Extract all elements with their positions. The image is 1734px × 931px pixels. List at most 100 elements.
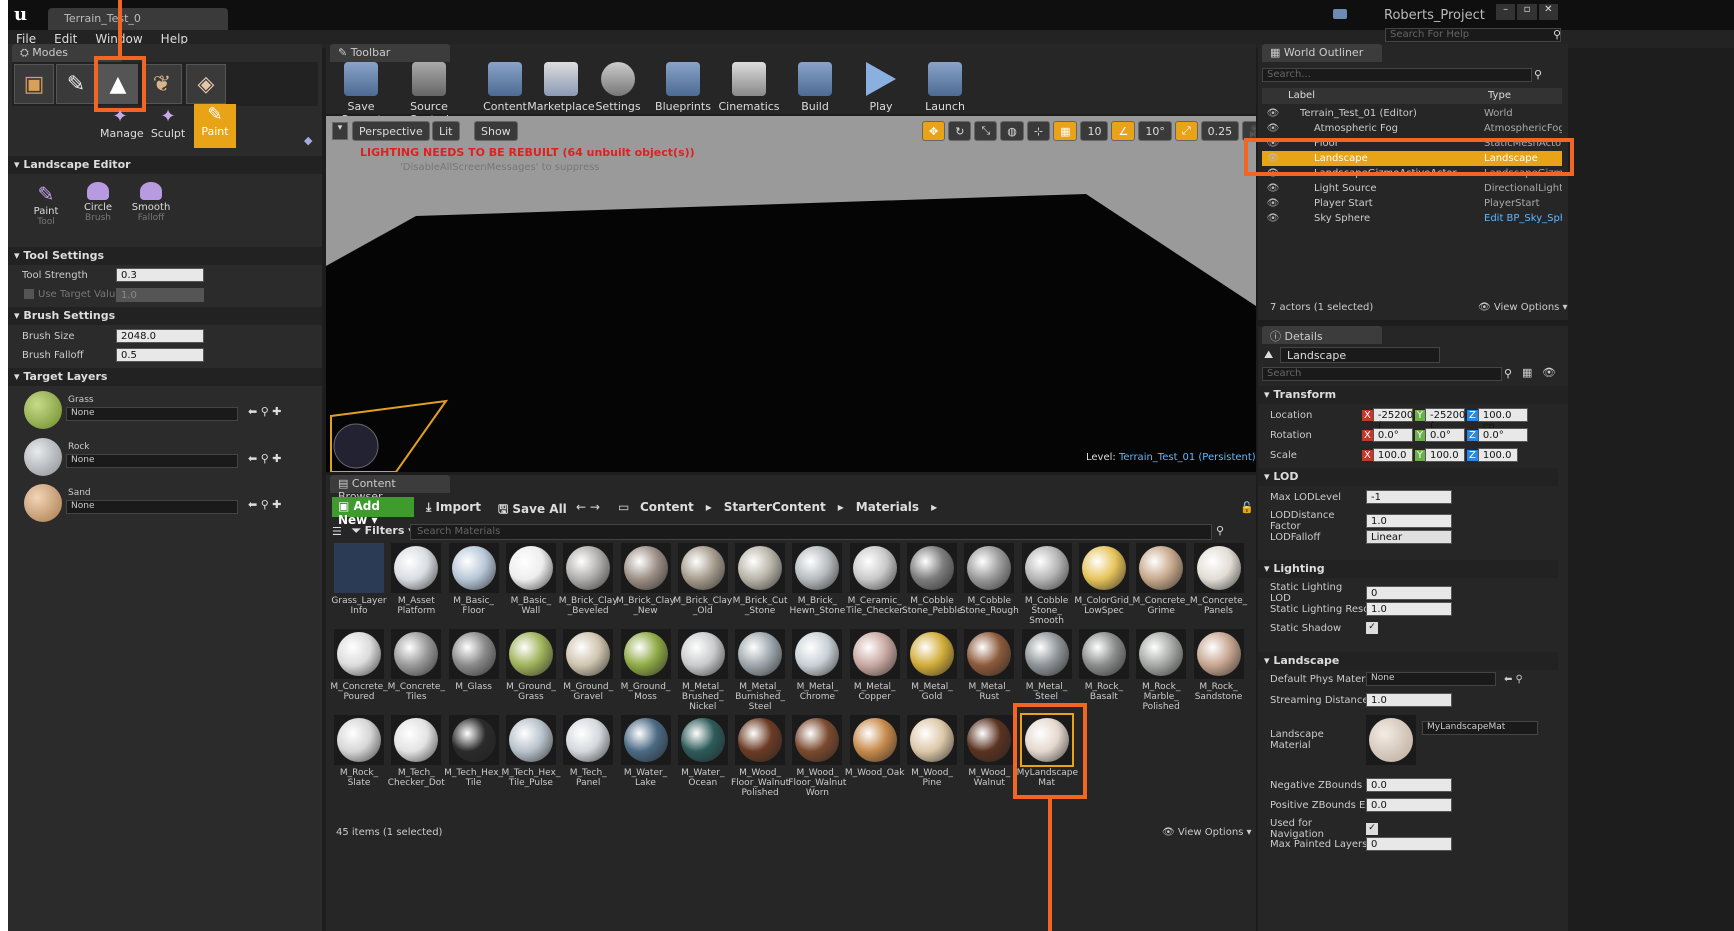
loc-x[interactable]: X bbox=[1362, 409, 1373, 421]
build-button[interactable]: Build bbox=[780, 62, 850, 113]
col-type[interactable]: Type bbox=[1488, 90, 1511, 101]
tool-strength-field[interactable]: 0.3 bbox=[116, 268, 204, 282]
save-all-button[interactable]: 🖫 Save All bbox=[498, 500, 567, 521]
play-button[interactable]: Play bbox=[846, 62, 916, 113]
import-button[interactable]: ⤓ Import bbox=[426, 500, 481, 515]
target-layers-header[interactable]: ▾ Target Layers bbox=[8, 368, 322, 386]
asset-tile[interactable]: M_Metal_ Rust bbox=[964, 629, 1015, 702]
perspective-button[interactable]: Perspective bbox=[352, 121, 430, 141]
asset-tile[interactable]: M_Basic_ Wall bbox=[505, 543, 556, 616]
loc-z-field[interactable]: 100.0 cn bbox=[1477, 408, 1528, 432]
rot-z-field[interactable]: 0.0° bbox=[1477, 428, 1528, 442]
landscape-editor-header[interactable]: ▾ Landscape Editor bbox=[8, 156, 322, 174]
paint-landscape-mode[interactable]: ✎ Paint bbox=[194, 104, 236, 148]
loc-y-field[interactable]: -25200.( bbox=[1424, 408, 1469, 432]
geometry-mode-icon[interactable]: ◈ bbox=[186, 64, 226, 104]
sand-arrow-icon[interactable]: ⬅ ⚲ ✚ bbox=[248, 498, 281, 511]
layer-grass[interactable]: Grass None ⬅ ⚲ ✚ bbox=[22, 389, 312, 431]
scale-y-field[interactable]: 100.0 bbox=[1424, 448, 1465, 462]
asset-tile[interactable]: M_Ceramic_ Tile_Checker bbox=[846, 543, 903, 616]
scale-size[interactable]: 0.25 bbox=[1200, 121, 1240, 141]
asset-tile[interactable]: M_Cobble Stone_Pebble bbox=[902, 543, 963, 616]
history-arrows-icon[interactable]: ← → bbox=[576, 500, 600, 514]
asset-tile[interactable]: M_Asset Platform bbox=[391, 543, 442, 616]
breadcrumb-starter[interactable]: StarterContent bbox=[724, 500, 826, 514]
asset-tile[interactable]: M_Ground_ Grass bbox=[505, 629, 556, 702]
help-search-input[interactable]: Search For Help bbox=[1385, 28, 1561, 42]
help-search-icon[interactable]: ⚲ bbox=[1553, 28, 1561, 41]
pos-z-field[interactable]: 0.0 bbox=[1366, 798, 1452, 812]
settings-button[interactable]: Settings bbox=[583, 62, 653, 113]
notification-icon[interactable] bbox=[1333, 9, 1347, 19]
asset-tile[interactable]: M_Brick_Clay _Old bbox=[673, 543, 732, 616]
asset-tile[interactable]: M_Wood_Oak bbox=[845, 715, 905, 778]
asset-tile[interactable]: M_Basic_ Floor bbox=[448, 543, 499, 616]
scale-y[interactable]: Y bbox=[1414, 449, 1425, 461]
asset-tile[interactable]: M_Brick_ Hewn_Stone bbox=[789, 543, 845, 616]
angle-snap-icon[interactable]: ∠ bbox=[1111, 121, 1136, 141]
outliner-search-icon[interactable]: ⚲ bbox=[1534, 68, 1542, 81]
scale-z-field[interactable]: 100.0 bbox=[1477, 448, 1518, 462]
angle-size[interactable]: 10° bbox=[1138, 121, 1172, 141]
land-mat-thumbnail[interactable] bbox=[1366, 715, 1416, 765]
asset-tile[interactable]: M_Rock_ Basalt bbox=[1078, 629, 1129, 702]
content-browser-tab[interactable]: ▤ Content Browser bbox=[330, 475, 450, 503]
asset-tile[interactable]: M_Water_ Ocean bbox=[677, 715, 728, 788]
breadcrumb-content[interactable]: Content bbox=[640, 500, 694, 514]
surface-snap-icon[interactable]: ⊹ bbox=[1026, 121, 1051, 141]
asset-tile[interactable]: M_Brick_Clay _Beveled bbox=[559, 543, 618, 616]
grid-snap-icon[interactable]: ▦ bbox=[1053, 121, 1078, 141]
lock-icon[interactable]: 🔓 bbox=[1240, 501, 1254, 514]
rot-x-field[interactable]: 0.0° bbox=[1372, 428, 1413, 442]
layer-sand[interactable]: Sand None ⬅ ⚲ ✚ bbox=[22, 482, 312, 524]
loc-y[interactable]: Y bbox=[1414, 409, 1425, 421]
details-search-input[interactable]: Search bbox=[1262, 367, 1502, 381]
max-painted-field[interactable]: 0 bbox=[1366, 837, 1452, 851]
asset-tile[interactable]: Grass_Layer Info bbox=[331, 543, 387, 616]
level-name[interactable]: Terrain_Test_01 (Persistent) bbox=[1119, 452, 1256, 463]
foliage-mode-icon[interactable]: ❦ bbox=[142, 64, 182, 104]
sand-material-dropdown[interactable]: None bbox=[66, 500, 238, 514]
asset-tile[interactable]: M_Cobble Stone_ Smooth bbox=[1021, 543, 1072, 626]
asset-tile[interactable]: M_Concrete_ Panels bbox=[1190, 543, 1247, 616]
asset-tile[interactable]: M_Rock_ Marble_ Polished bbox=[1136, 629, 1187, 712]
outliner-row[interactable]: 👁 Light Source DirectionalLight bbox=[1262, 181, 1562, 196]
scale-snap-icon[interactable]: ⤢ bbox=[1174, 121, 1198, 141]
add-new-button[interactable]: ▣ Add New ▾ bbox=[332, 497, 414, 527]
asset-tile[interactable]: M_Metal_ Steel bbox=[1021, 629, 1072, 702]
lod-falloff-dropdown[interactable]: Linear bbox=[1366, 530, 1452, 544]
outliner-view-options[interactable]: 👁 View Options ▾ bbox=[1478, 302, 1568, 313]
blueprints-button[interactable]: Blueprints bbox=[648, 62, 718, 113]
asset-tile[interactable]: M_Concrete_ Poured bbox=[330, 629, 388, 702]
neg-z-field[interactable]: 0.0 bbox=[1366, 778, 1452, 792]
rock-arrow-icon[interactable]: ⬅ ⚲ ✚ bbox=[248, 452, 281, 465]
brush-settings-header[interactable]: ▾ Brush Settings bbox=[8, 307, 322, 325]
place-mode-icon[interactable]: ▣ bbox=[14, 64, 54, 104]
asset-tile[interactable]: M_Metal_ Brushed_ Nickel bbox=[677, 629, 728, 712]
loc-x-field[interactable]: -25200.( bbox=[1372, 408, 1416, 432]
grass-material-dropdown[interactable]: None bbox=[66, 407, 238, 421]
asset-tile[interactable]: M_Rock_ Slate bbox=[334, 715, 384, 788]
viewport[interactable]: ▾ Perspective Lit Show LIGHTING NEEDS TO… bbox=[326, 116, 1256, 472]
rot-y[interactable]: Y bbox=[1414, 429, 1425, 441]
asset-tile[interactable]: M_Wood_ Floor_Walnut Polished bbox=[731, 715, 789, 798]
outliner-row[interactable]: 👁 Player Start PlayerStart bbox=[1262, 196, 1562, 211]
collapse-icon[interactable]: ◆ bbox=[304, 134, 312, 147]
asset-tile[interactable]: M_Tech_ Checker_Dot bbox=[388, 715, 445, 788]
asset-tile[interactable]: M_Tech_Hex_ Tile bbox=[444, 715, 503, 788]
maximize-icon[interactable]: ▫ bbox=[1517, 4, 1537, 20]
use-target-checkbox[interactable] bbox=[24, 289, 34, 299]
asset-tile[interactable]: M_Cobble Stone_Rough bbox=[960, 543, 1019, 616]
landscape-header[interactable]: ▾ Landscape bbox=[1258, 652, 1558, 670]
grass-arrow-icon[interactable]: ⬅ ⚲ ✚ bbox=[248, 405, 281, 418]
layer-rock[interactable]: Rock None ⬅ ⚲ ✚ bbox=[22, 436, 312, 478]
asset-tile[interactable]: M_Glass bbox=[448, 629, 499, 692]
viewport-options-button[interactable]: ▾ bbox=[332, 122, 348, 140]
asset-tile[interactable]: M_Metal_ Chrome bbox=[792, 629, 843, 702]
smooth-falloff[interactable]: Smooth Falloff bbox=[130, 182, 172, 223]
asset-tile[interactable]: M_Tech_ Panel bbox=[563, 715, 614, 788]
outliner-row[interactable]: 👁 Sky Sphere Edit BP_Sky_Sphe bbox=[1262, 211, 1562, 226]
sculpt-mode[interactable]: ✦ Sculpt bbox=[148, 106, 188, 140]
asset-tile[interactable]: M_Rock_ Sandstone bbox=[1193, 629, 1244, 702]
asset-tile[interactable]: M_Tech_Hex_ Tile_Pulse bbox=[501, 715, 560, 788]
